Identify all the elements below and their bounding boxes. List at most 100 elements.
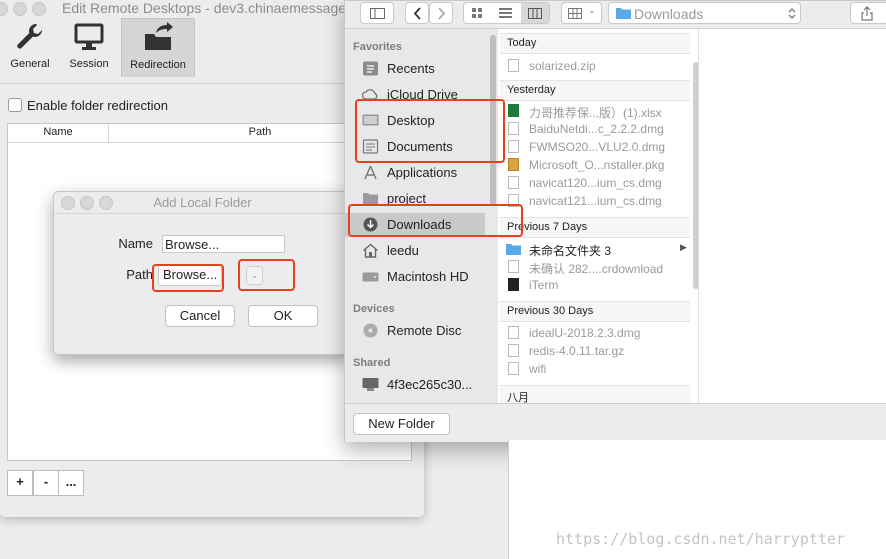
view-mode-segmented [463,2,550,24]
annotation-box-desktop-documents [355,99,505,163]
clock-icon [363,61,378,76]
annotation-box-downloads [348,204,523,237]
panel-toolbar: ⌄ Downloads [345,1,886,29]
applications-icon [364,165,377,180]
document-icon [508,122,519,135]
sidebar-item-applications[interactable]: Applications [345,161,485,185]
remove-folder-button[interactable]: - [33,470,59,496]
file-name: navicat121...ium_cs.dmg [529,194,662,208]
file-item[interactable]: Microsoft_O...nstaller.pkg [500,156,690,174]
chevron-left-icon [413,7,421,20]
panel-bottom-bar: New Folder [345,403,886,442]
ok-button[interactable]: OK [248,305,318,327]
home-icon [363,243,378,258]
location-popup[interactable]: Downloads [608,2,801,24]
file-item[interactable]: 力哥推荐保...版）(1).xlsx [500,102,690,120]
package-icon [508,158,519,171]
sidebar-label: 4f3ec265c30... [387,377,473,392]
hard-drive-icon [362,272,379,282]
window-close-button[interactable] [0,2,8,16]
annotation-box-browse [152,264,224,292]
sidebar-item-macintosh-hd[interactable]: Macintosh HD [345,265,485,289]
file-item[interactable]: FWMSO20...VLU2.0.dmg [500,138,690,156]
tab-general[interactable]: General [0,18,60,78]
file-item[interactable]: navicat121...ium_cs.dmg [500,192,690,210]
file-item[interactable]: navicat120...ium_cs.dmg [500,174,690,192]
share-button[interactable] [850,2,886,24]
updown-chevron-icon [788,8,796,19]
file-name: redis-4.0.11.tar.gz [529,344,625,358]
watermark: https://blog.csdn.net/harryptter [556,530,845,548]
sidebar-toggle-button[interactable] [360,2,394,24]
group-header-previous-7-days: Previous 7 Days [500,217,690,238]
file-item[interactable]: 未确认 282....crdownload [500,258,690,276]
arrange-button[interactable]: ⌄ [561,2,602,24]
chevron-right-icon [438,7,446,20]
sidebar-label: leedu [387,243,419,258]
wrench-icon [17,24,42,49]
window-zoom-button[interactable] [32,2,46,16]
window-minimize-button[interactable] [13,2,27,16]
excel-icon [508,104,519,117]
file-name: iTerm [529,278,559,292]
folder-item[interactable]: 未命名文件夹 3 ▶ [500,240,690,258]
file-name: Microsoft_O...nstaller.pkg [529,158,665,172]
back-button[interactable] [405,2,429,24]
cancel-button[interactable]: Cancel [165,305,235,327]
file-item[interactable]: idealU-2018.2.3.dmg [500,324,690,342]
new-folder-button[interactable]: New Folder [353,413,450,435]
terminal-icon [508,278,519,291]
document-icon [508,344,519,357]
file-name: navicat120...ium_cs.dmg [529,176,662,190]
forward-button[interactable] [429,2,453,24]
folder-arrow-icon [145,22,173,50]
document-icon [508,176,519,189]
list-view-icon[interactable] [499,8,512,19]
enable-folder-redirection[interactable]: Enable folder redirection [8,98,168,113]
file-item[interactable]: wifi [500,360,690,378]
sidebar-label: Macintosh HD [387,269,469,284]
computer-icon [362,378,379,391]
sidebar-item-shared-computer[interactable]: 4f3ec265c30... [345,373,485,397]
column-header-name[interactable]: Name [8,126,108,138]
annotation-box-dropdown [238,259,295,291]
sidebar-item-remote-disc[interactable]: Remote Disc [345,319,485,343]
file-list-column[interactable]: Today solarized.zip Yesterday 力哥推荐保...版）… [500,29,699,406]
grid-arrange-icon [568,8,582,19]
document-icon [508,326,519,339]
group-label: Yesterday [507,84,556,96]
sidebar-item-leedu[interactable]: leedu [345,239,485,263]
icon-view-icon[interactable] [472,8,483,19]
sidebar-heading-shared: Shared [353,357,391,369]
tab-session[interactable]: Session [59,18,119,78]
enable-redirection-checkbox[interactable] [8,98,22,112]
column-view-button[interactable] [521,3,549,23]
file-item[interactable]: solarized.zip [500,57,690,75]
sidebar-label: Recents [387,61,435,76]
file-name: wifi [529,362,547,376]
window-title: Edit Remote Desktops - dev3.chinaemessag… [62,0,357,16]
name-label: Name [118,236,153,251]
location-label: Downloads [634,6,704,22]
chevron-right-icon: ▶ [680,242,687,252]
folder-icon [506,244,521,255]
document-icon [508,260,519,273]
file-item[interactable]: redis-4.0.11.tar.gz [500,342,690,360]
tab-redirection-label: Redirection [130,59,186,71]
more-options-button[interactable]: ... [58,470,84,496]
name-input[interactable]: Browse... [162,235,285,253]
group-header-yesterday: Yesterday [500,80,690,101]
path-label: Path [126,267,153,282]
file-name: FWMSO20...VLU2.0.dmg [529,140,666,154]
file-item[interactable]: iTerm [500,276,690,294]
add-folder-button[interactable]: + [7,470,33,496]
enable-redirection-label: Enable folder redirection [27,98,168,113]
tab-redirection[interactable]: Redirection [121,18,195,77]
group-header-today: Today [500,33,690,54]
folder-icon [616,8,631,19]
file-item[interactable]: BaiduNetdi...c_2.2.2.dmg [500,120,690,138]
document-icon [508,362,519,375]
file-name: 未确认 282....crdownload [529,262,664,276]
sidebar-item-recents[interactable]: Recents [345,57,485,81]
dialog-title: Add Local Folder [153,195,252,210]
